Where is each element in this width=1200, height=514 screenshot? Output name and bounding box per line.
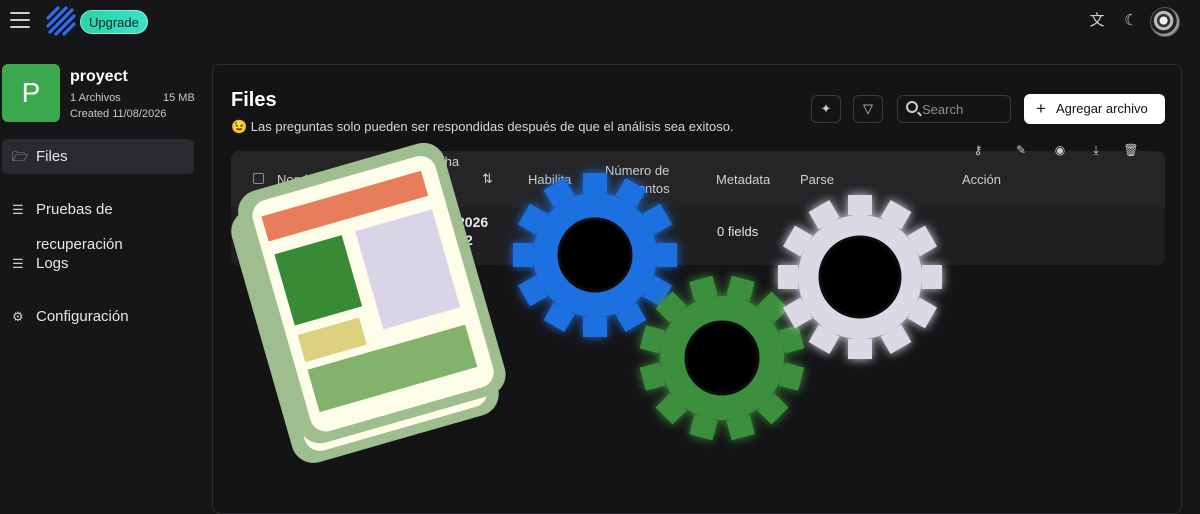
search-input[interactable] <box>922 99 1006 119</box>
list-icon: ☰ <box>12 256 24 271</box>
sidebar-item-logs[interactable]: ☰ Logs <box>2 246 194 281</box>
sidebar-item-retrieval-tests[interactable]: ☰ Pruebas de recuperación <box>2 192 194 253</box>
download-icon[interactable]: ⤓ <box>1088 142 1104 158</box>
magic-wand-icon: ✦ <box>820 101 832 116</box>
row-date: 2026 <box>457 214 489 230</box>
row-chunks: 0 <box>606 224 614 239</box>
header-chunks: Número de <box>605 163 670 178</box>
filter-icon: ▽ <box>863 101 873 116</box>
trash-icon[interactable]: 🗑 <box>1123 142 1139 158</box>
top-bar: Upgrade 文 ☾ <box>0 0 1200 44</box>
sort-icon[interactable]: ⇅ <box>482 171 493 187</box>
sidebar-item-label: Files <box>36 148 68 165</box>
plus-icon: + <box>1036 99 1046 118</box>
header-metadata: Metadata <box>716 172 771 187</box>
add-file-button[interactable]: + Agregar archivo <box>1024 94 1165 124</box>
avatar[interactable] <box>1150 7 1180 37</box>
parse-note: 😉 Las preguntas solo pueden ser respondi… <box>231 119 734 134</box>
page-title: Files <box>231 89 277 111</box>
search-list-icon: ☰ <box>12 202 24 217</box>
files-panel: Files 😉 Las preguntas solo pueden ser re… <box>212 64 1182 514</box>
edit-icon[interactable]: ✎ <box>1013 142 1029 158</box>
table-header: Nombre ⇅ Fecha a ⇅ Habilita Número de me… <box>231 151 1165 207</box>
magic-wand-button[interactable]: ✦ <box>811 95 841 123</box>
row-metadata[interactable]: 0 fields <box>717 224 758 239</box>
table-row[interactable]: 2026 2 0 0 fields <box>231 207 1165 265</box>
kb-avatar: P <box>2 64 60 122</box>
folder-icon: 🗁 <box>12 149 29 164</box>
moon-icon[interactable]: ☾ <box>1121 11 1141 31</box>
header-chunks-line2: mentos <box>627 181 670 196</box>
header-date[interactable]: Fecha <box>423 154 459 169</box>
files-table: Nombre ⇅ Fecha a ⇅ Habilita Número de me… <box>231 151 1165 265</box>
header-action: Acción <box>962 172 1002 187</box>
sidebar-item-settings[interactable]: ⚙ Configuración <box>2 299 194 334</box>
gear-icon: ⚙ <box>12 309 24 324</box>
row-date-line2: 2 <box>465 232 473 248</box>
translate-icon[interactable]: 文 <box>1087 11 1107 31</box>
eye-icon[interactable]: ◉ <box>1052 142 1068 158</box>
kb-name: proyect <box>70 68 128 85</box>
search-icon <box>906 101 918 113</box>
sort-icon[interactable]: ⇅ <box>329 171 340 187</box>
logo-icon[interactable] <box>44 4 78 38</box>
kb-files-count: 1 Archivos <box>70 92 121 104</box>
menu-icon[interactable] <box>10 12 30 30</box>
kb-created: Created 11/08/2026 <box>70 108 167 120</box>
search-box[interactable] <box>897 95 1011 123</box>
filter-button[interactable]: ▽ <box>853 95 883 123</box>
upgrade-button[interactable]: Upgrade <box>80 10 148 34</box>
select-all-checkbox[interactable] <box>253 173 264 184</box>
header-date-line2: a <box>449 190 457 205</box>
header-enabled: Habilita <box>528 172 572 187</box>
add-file-label: Agregar archivo <box>1056 101 1148 116</box>
header-parse: Parse <box>800 172 834 187</box>
sidebar-item-label: Logs <box>36 255 69 272</box>
header-name[interactable]: Nombre <box>277 172 323 187</box>
sidebar-item-label: Configuración <box>36 308 129 325</box>
sidebar-item-files[interactable]: 🗁 Files <box>2 139 194 174</box>
kb-size: 15 MB <box>163 92 195 104</box>
key-icon[interactable]: ⚷ <box>970 142 986 158</box>
